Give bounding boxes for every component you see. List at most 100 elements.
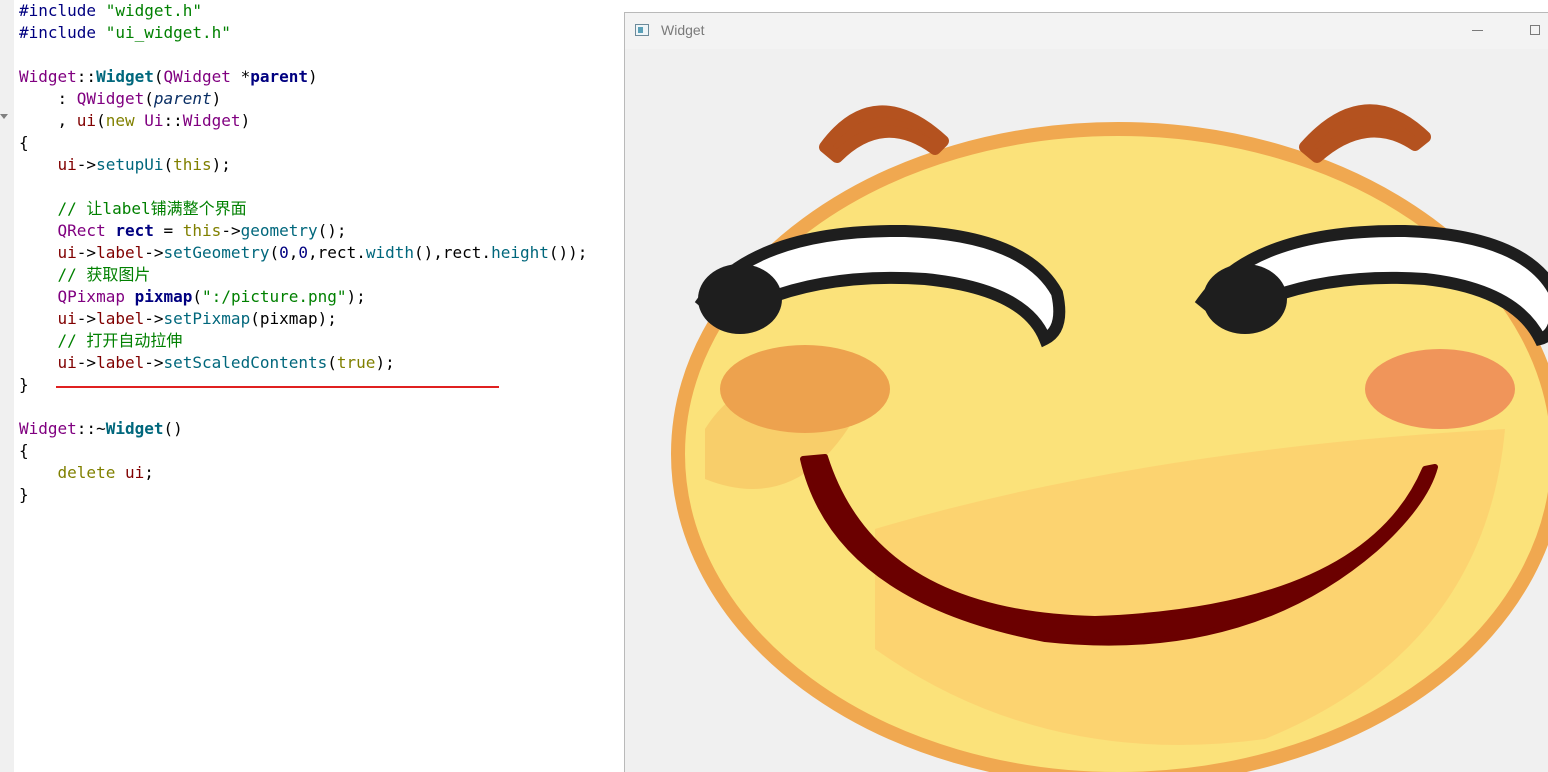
code-token: -> — [76, 243, 97, 262]
code-token: -> — [76, 155, 97, 174]
fold-arrow-icon[interactable] — [0, 114, 8, 119]
code-line: } — [19, 484, 624, 506]
code-line: ui->label->setPixmap(pixmap); — [19, 308, 624, 330]
left-pupil — [698, 264, 782, 334]
code-token: height — [491, 243, 549, 262]
code-token: this — [182, 221, 222, 240]
smiling-face-image — [671, 104, 1548, 772]
code-token: QWidget — [76, 89, 145, 108]
code-token: rect — [115, 221, 154, 240]
code-token: "ui_widget.h" — [105, 23, 231, 42]
code-token: -> — [144, 353, 164, 372]
code-line: Widget::~Widget() — [19, 418, 624, 440]
code-token: { — [19, 133, 29, 152]
code-line: { — [19, 132, 624, 154]
code-token: setGeometry — [163, 243, 270, 262]
code-token: :: — [76, 67, 97, 86]
code-token: Widget — [105, 419, 164, 438]
code-editor[interactable]: #include "widget.h" #include "ui_widget.h… — [0, 0, 624, 772]
code-token: -> — [221, 221, 241, 240]
code-token: setScaledContents — [163, 353, 328, 372]
code-token: this — [173, 155, 212, 174]
code-token: * — [230, 67, 251, 86]
screen: #include "widget.h" #include "ui_widget.h… — [0, 0, 1548, 772]
maximize-icon — [1530, 25, 1540, 35]
code-token: // 打开自动拉伸 — [57, 331, 183, 350]
code-token: new — [105, 111, 145, 130]
code-token: ( — [144, 89, 154, 108]
code-line: ui->label->setGeometry(0,0,rect.width(),… — [19, 242, 624, 264]
code-token: 0 — [298, 243, 309, 262]
code-token: ( — [153, 67, 164, 86]
code-token: #include — [19, 23, 106, 42]
code-token: width — [365, 243, 414, 262]
code-token: () — [163, 419, 183, 438]
code-line: // 打开自动拉伸 — [19, 330, 624, 352]
code-token: -> — [76, 353, 97, 372]
code-text[interactable]: #include "widget.h" #include "ui_widget.h… — [19, 0, 624, 506]
window-titlebar[interactable]: Widget — [625, 13, 1548, 49]
code-token: ui — [76, 111, 97, 130]
code-line: QPixmap pixmap(":/picture.png"); — [19, 286, 624, 308]
code-token: { — [19, 441, 29, 460]
code-token: // 让label铺满整个界面 — [57, 199, 247, 218]
minimize-button[interactable] — [1465, 19, 1489, 43]
code-token: ( — [327, 353, 337, 372]
code-token: ) — [240, 111, 251, 130]
code-token: QPixmap — [57, 287, 125, 306]
code-token: ( — [192, 287, 203, 306]
code-token: // 获取图片 — [57, 265, 151, 284]
code-token: parent — [250, 67, 308, 86]
code-token: Widget — [19, 67, 77, 86]
code-token: , — [19, 111, 77, 130]
code-token: -> — [144, 309, 164, 328]
right-brow — [1299, 104, 1431, 163]
code-token: (); — [317, 221, 347, 240]
code-line: delete ui; — [19, 462, 624, 484]
code-line: ​ — [19, 176, 624, 198]
right-blush — [1365, 349, 1515, 429]
code-token: ui — [57, 155, 77, 174]
code-token: ); — [375, 353, 395, 372]
code-token: delete — [57, 463, 125, 482]
code-token: Ui — [144, 111, 164, 130]
code-line: // 让label铺满整个界面 — [19, 198, 624, 220]
label-pixmap — [625, 49, 1548, 772]
code-line: { — [19, 440, 624, 462]
code-token: pixmap — [134, 287, 193, 306]
code-token: } — [19, 485, 29, 504]
code-token: } — [19, 375, 29, 394]
code-token: "widget.h" — [105, 1, 203, 20]
code-token: ":/picture.png" — [202, 287, 347, 306]
window-title: Widget — [661, 22, 705, 38]
editor-gutter — [0, 0, 14, 772]
code-token: Widget — [19, 419, 77, 438]
code-token: true — [336, 353, 376, 372]
code-token: ( — [96, 111, 106, 130]
code-token: , — [288, 243, 299, 262]
code-token: : — [19, 89, 77, 108]
code-line: ui->setupUi(this); — [19, 154, 624, 176]
code-token: ) — [308, 67, 318, 86]
code-token: ()); — [548, 243, 588, 262]
code-token: setupUi — [96, 155, 164, 174]
code-token: ::~ — [76, 419, 106, 438]
code-line: ui->label->setScaledContents(true); — [19, 352, 624, 374]
code-token: ui — [57, 309, 77, 328]
code-token: Widget — [182, 111, 241, 130]
code-token: ui — [124, 463, 145, 482]
qt-widget-window[interactable]: Widget — [624, 12, 1548, 772]
code-line: ​ — [19, 396, 624, 418]
maximize-button[interactable] — [1523, 19, 1547, 43]
code-token: ; — [144, 463, 154, 482]
code-line: #include "ui_widget.h" — [19, 22, 624, 44]
code-token: ); — [211, 155, 231, 174]
